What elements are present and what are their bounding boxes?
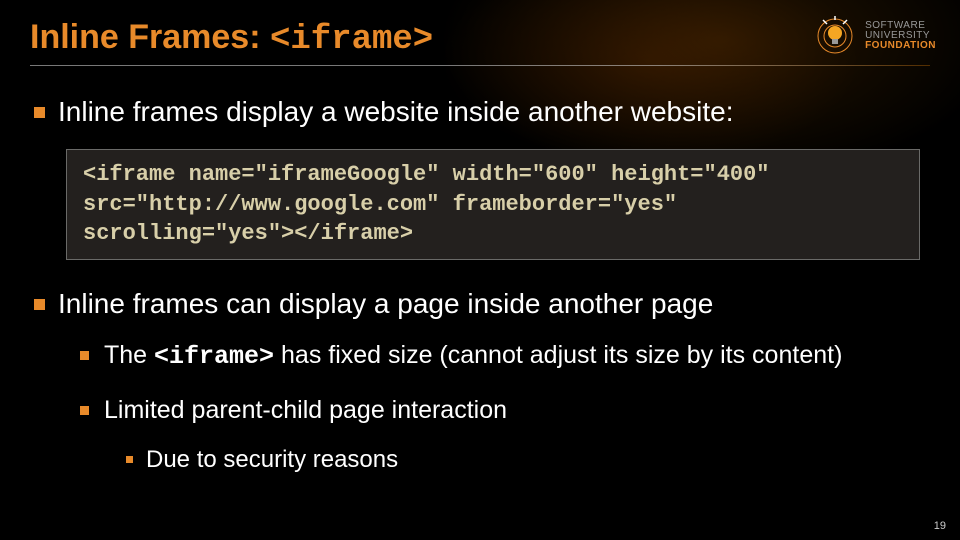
lightbulb-gear-icon <box>813 14 857 58</box>
title-code: <iframe> <box>270 21 433 59</box>
brand-logo: SOFTWARE UNIVERSITY FOUNDATION <box>813 14 936 58</box>
bullet-1-text: Inline frames display a website inside a… <box>58 96 733 127</box>
bullet-2-2-text: Limited parent-child page interaction <box>104 396 507 424</box>
brand-text: SOFTWARE UNIVERSITY FOUNDATION <box>865 21 936 51</box>
code-line-1: <iframe name="iframeGoogle" width="600" … <box>83 160 903 190</box>
bullet-2-1-code: <iframe> <box>154 342 274 371</box>
slide-title: Inline Frames: <iframe> <box>30 18 930 59</box>
bullet-2: Inline frames can display a page inside … <box>30 286 930 475</box>
code-line-3: scrolling="yes"></iframe> <box>83 219 903 249</box>
bullet-1: Inline frames display a website inside a… <box>30 94 930 129</box>
bullet-2-2-1-text: Due to security reasons <box>146 446 398 473</box>
bullet-2-2-1: Due to security reasons <box>122 444 930 475</box>
page-number: 19 <box>934 520 946 532</box>
bullet-2-text: Inline frames can display a page inside … <box>58 288 713 319</box>
brand-line3: FOUNDATION <box>865 41 936 51</box>
bullet-2-1: The <iframe> has fixed size (cannot adju… <box>76 339 930 374</box>
code-line-2: src="http://www.google.com" frameborder=… <box>83 190 903 220</box>
bullet-2-1-pre: The <box>104 341 154 369</box>
title-underline <box>30 65 930 66</box>
bullet-2-2: Limited parent-child page interaction Du… <box>76 394 930 476</box>
bullet-2-1-post: has fixed size (cannot adjust its size b… <box>281 341 842 369</box>
title-text: Inline Frames: <box>30 18 270 56</box>
code-block: <iframe name="iframeGoogle" width="600" … <box>66 149 920 260</box>
